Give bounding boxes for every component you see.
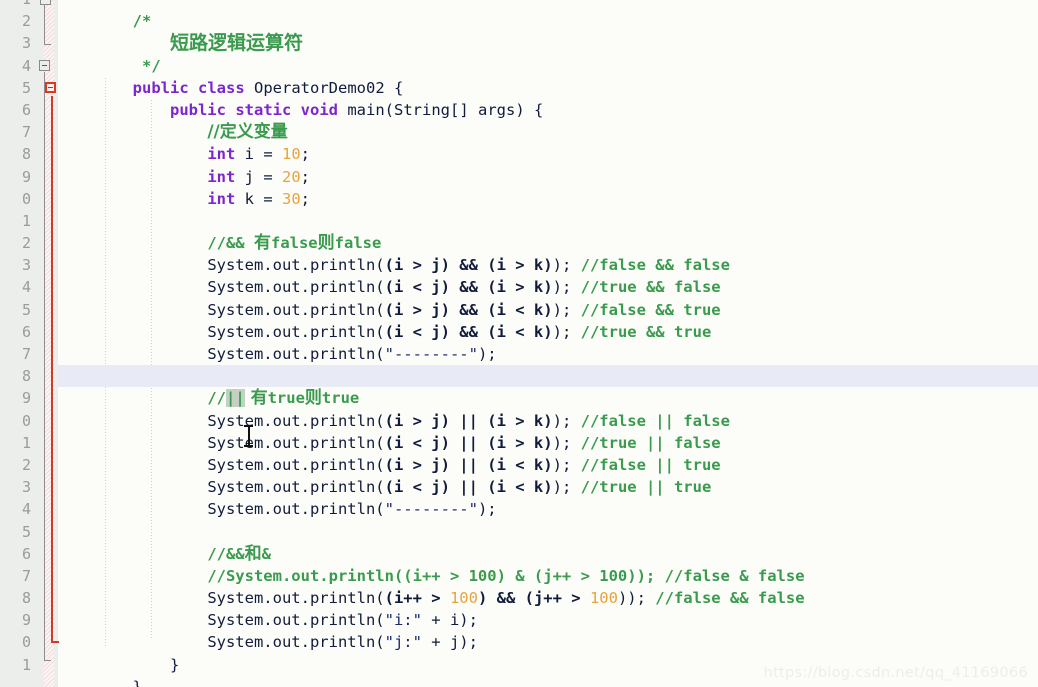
line-number-27: 7: [21, 566, 31, 585]
code-line-27[interactable]: System.out.println((i++ > 100) && (j++ >…: [58, 565, 804, 607]
line-number-17: 7: [21, 345, 31, 363]
line-number-14: 4: [21, 278, 31, 297]
line-number-31: 1: [21, 655, 31, 674]
line-number-24: 4: [21, 500, 31, 519]
line-number-16: 6: [21, 322, 31, 341]
code-line-30[interactable]: }: [58, 631, 805, 674]
line-number-19: 9: [21, 389, 31, 408]
code-line-10[interactable]: [58, 188, 805, 210]
line-number-23: 3: [21, 478, 31, 497]
token-brace-close-class: }: [132, 677, 142, 687]
line-number-12: 2: [21, 234, 31, 253]
code-line-17[interactable]: [58, 343, 805, 365]
code-line-14[interactable]: System.out.println((i > j) && (i < k)); …: [58, 276, 805, 319]
line-number-list: 1 2 3 4 5 6 7 8 9 0 1 2 3 4 5 6 7 8 9 0 1 2 3 4 5 6 7 8 9 0 1: [0, 0, 38, 676]
line-number-13: 3: [21, 256, 31, 275]
line-number-11: 1: [21, 211, 31, 230]
code-line-11[interactable]: //&& 有false则false: [58, 210, 805, 253]
line-number-7: 7: [21, 123, 31, 142]
code-line-12[interactable]: System.out.println((i > j) && (i > k)); …: [58, 232, 805, 274]
code-line-22[interactable]: System.out.println((i < j) || (i < k)); …: [58, 454, 805, 496]
mouse-ibeam-cursor: [244, 425, 253, 447]
code-lines: /* 短路逻辑运算符 */ public class OperatorDemo0…: [0, 0, 1038, 687]
line-number-8: 8: [21, 145, 31, 164]
fold-region-line-class: [44, 72, 45, 660]
line-number-29: 9: [21, 611, 31, 630]
line-number-5: 5: [21, 78, 31, 97]
line-number-20: 0: [21, 411, 31, 430]
code-line-2[interactable]: 短路逻辑运算符: [58, 10, 805, 54]
line-number-2: 2: [21, 12, 31, 31]
code-line-9[interactable]: int k = 30;: [58, 166, 805, 208]
fold-region-foot-class: [44, 660, 51, 661]
line-number-26: 6: [21, 544, 31, 563]
code-line-23[interactable]: System.out.println("--------");: [58, 476, 805, 518]
line-number-22: 2: [21, 455, 31, 474]
code-line-4[interactable]: public class OperatorDemo02 {: [58, 55, 805, 97]
code-line-3[interactable]: */: [58, 32, 805, 75]
line-number-28: 8: [21, 589, 31, 608]
code-line-20[interactable]: System.out.println((i < j) || (i > k)); …: [58, 410, 805, 452]
code-line-16[interactable]: System.out.println("--------");: [58, 321, 805, 363]
code-line-13[interactable]: System.out.println((i < j) && (i > k)); …: [58, 254, 805, 296]
line-number-1: 1: [0, 0, 38, 10]
code-line-25[interactable]: //&&和&: [58, 521, 805, 564]
fold-toggle-comment[interactable]: [40, 0, 51, 5]
fold-region-line-comment: [44, 2, 45, 44]
code-line-5[interactable]: public static void main(String[] args) {: [58, 77, 805, 119]
code-line-7[interactable]: int i = 10;: [58, 121, 805, 163]
line-number-4: 4: [21, 56, 31, 75]
code-line-24[interactable]: [58, 498, 805, 520]
code-editor[interactable]: 1 2 3 4 5 6 7 8 9 0 1 2 3 4 5 6 7 8 9 0 1 2 3 4 5 6 7 8 9 0 1 /* 短路逻辑运…: [0, 0, 1038, 687]
line-number-gutter[interactable]: 1 2 3 4 5 6 7 8 9 0 1 2 3 4 5 6 7 8 9 0 1 2 3 4 5 6 7 8 9 0 1: [0, 0, 38, 687]
watermark-text: https://blog.csdn.net/qq_41169066: [763, 665, 1028, 681]
code-line-19[interactable]: System.out.println((i > j) || (i > k)); …: [58, 387, 805, 430]
code-line-15[interactable]: System.out.println((i < j) && (i < k)); …: [58, 299, 805, 341]
code-line-31[interactable]: }: [58, 654, 805, 687]
code-line-28[interactable]: System.out.println("i:" + i);: [58, 587, 805, 629]
code-content-area[interactable]: /* 短路逻辑运算符 */ public class OperatorDemo0…: [0, 0, 1038, 687]
caret-line-highlight: [0, 365, 1038, 388]
line-number-9: 9: [21, 167, 31, 186]
method-scope-red-line: [51, 96, 53, 642]
code-line-8[interactable]: int j = 20;: [58, 143, 805, 186]
code-line-1[interactable]: /*: [58, 0, 805, 30]
ibeam-stem: [248, 427, 250, 445]
line-number-18: 8: [21, 367, 31, 386]
ibeam-bottom-cap: [244, 445, 253, 447]
line-number-3: 3: [21, 34, 31, 53]
fold-region-foot-comment: [44, 44, 51, 45]
line-number-30: 0: [21, 633, 31, 652]
fold-toggle-class[interactable]: [39, 60, 50, 71]
fold-toggle-main-method[interactable]: [45, 82, 56, 93]
code-line-18[interactable]: //|| 有true则true: [0, 365, 1038, 408]
code-line-6[interactable]: //定义变量: [58, 99, 805, 142]
line-number-25: 5: [21, 522, 31, 541]
code-line-29[interactable]: System.out.println("j:" + j);: [58, 609, 805, 651]
code-line-21[interactable]: System.out.println((i > j) || (i < k)); …: [58, 432, 805, 474]
line-number-6: 6: [21, 100, 31, 119]
code-line-26[interactable]: //System.out.println((i++ > 100) & (j++ …: [58, 543, 805, 585]
line-number-10: 0: [21, 189, 31, 208]
line-number-15: 5: [21, 300, 31, 319]
line-number-21: 1: [21, 433, 31, 452]
